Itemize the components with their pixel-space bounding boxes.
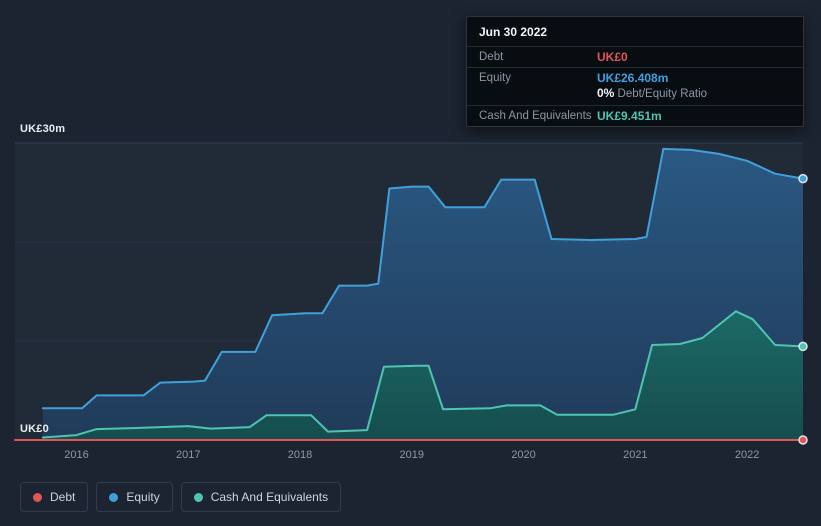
tooltip-row-equity: Equity UK£26.408m 0% Debt/Equity Ratio bbox=[467, 67, 803, 105]
equity-end-marker[interactable] bbox=[798, 173, 808, 184]
ratio-value: 0% bbox=[597, 86, 615, 100]
y-axis-max-label: UK£30m bbox=[20, 123, 66, 135]
legend-item-equity[interactable]: Equity bbox=[96, 482, 173, 512]
equity-dot-icon bbox=[109, 492, 119, 502]
x-tick-label-2021: 2021 bbox=[623, 449, 648, 461]
x-tick-label-2018: 2018 bbox=[287, 449, 313, 461]
tooltip-row-debt: Debt UK£0 bbox=[467, 46, 803, 67]
chart-legend: Debt Equity Cash And Equivalents bbox=[20, 482, 342, 512]
x-tick-label-2020: 2020 bbox=[511, 449, 536, 461]
tooltip-debt-label: Debt bbox=[479, 51, 504, 63]
tooltip-cash-label: Cash And Equivalents bbox=[479, 110, 592, 122]
debt-dot-icon bbox=[33, 492, 42, 502]
tooltip-equity-label: Equity bbox=[479, 72, 511, 84]
tooltip-date: Jun 30 2022 bbox=[479, 25, 548, 39]
x-tick-label-2016: 2016 bbox=[64, 449, 89, 461]
legend-label: Debt bbox=[50, 490, 76, 504]
legend-item-cash-and-equivalents[interactable]: Cash And Equivalents bbox=[180, 482, 342, 512]
tooltip-equity-value: UK£26.408m bbox=[597, 71, 669, 85]
cash-and-equivalents-dot-icon bbox=[193, 492, 203, 502]
tooltip-debt-value: UK£0 bbox=[597, 50, 628, 64]
debt-end-marker[interactable] bbox=[798, 435, 808, 445]
tooltip-row-cash: Cash And Equivalents UK£9.451m bbox=[467, 105, 803, 126]
legend-item-debt[interactable]: Debt bbox=[20, 482, 89, 512]
tooltip-cash-value: UK£9.451m bbox=[597, 109, 662, 123]
chart-tooltip: Jun 30 2022 Debt UK£0 Equity UK£26.408m … bbox=[466, 16, 804, 127]
debt-equity-history-chart: UK£30m UK£0 2016 2017 2018 2019 2020 2021 2022… bbox=[0, 0, 821, 526]
ratio-label: Debt/Equity Ratio bbox=[617, 88, 708, 100]
y-axis-zero-label: UK£0 bbox=[20, 423, 49, 435]
legend-label: Equity bbox=[126, 490, 160, 504]
x-tick-label-2022: 2022 bbox=[734, 449, 760, 461]
cash-and-equivalents-end-marker[interactable] bbox=[798, 341, 808, 352]
x-tick-label-2017: 2017 bbox=[175, 449, 201, 461]
legend-label: Cash And Equivalents bbox=[210, 490, 329, 504]
tooltip-debt-equity-ratio: 0% Debt/Equity Ratio bbox=[597, 85, 791, 102]
x-tick-label-2019: 2019 bbox=[399, 449, 425, 461]
